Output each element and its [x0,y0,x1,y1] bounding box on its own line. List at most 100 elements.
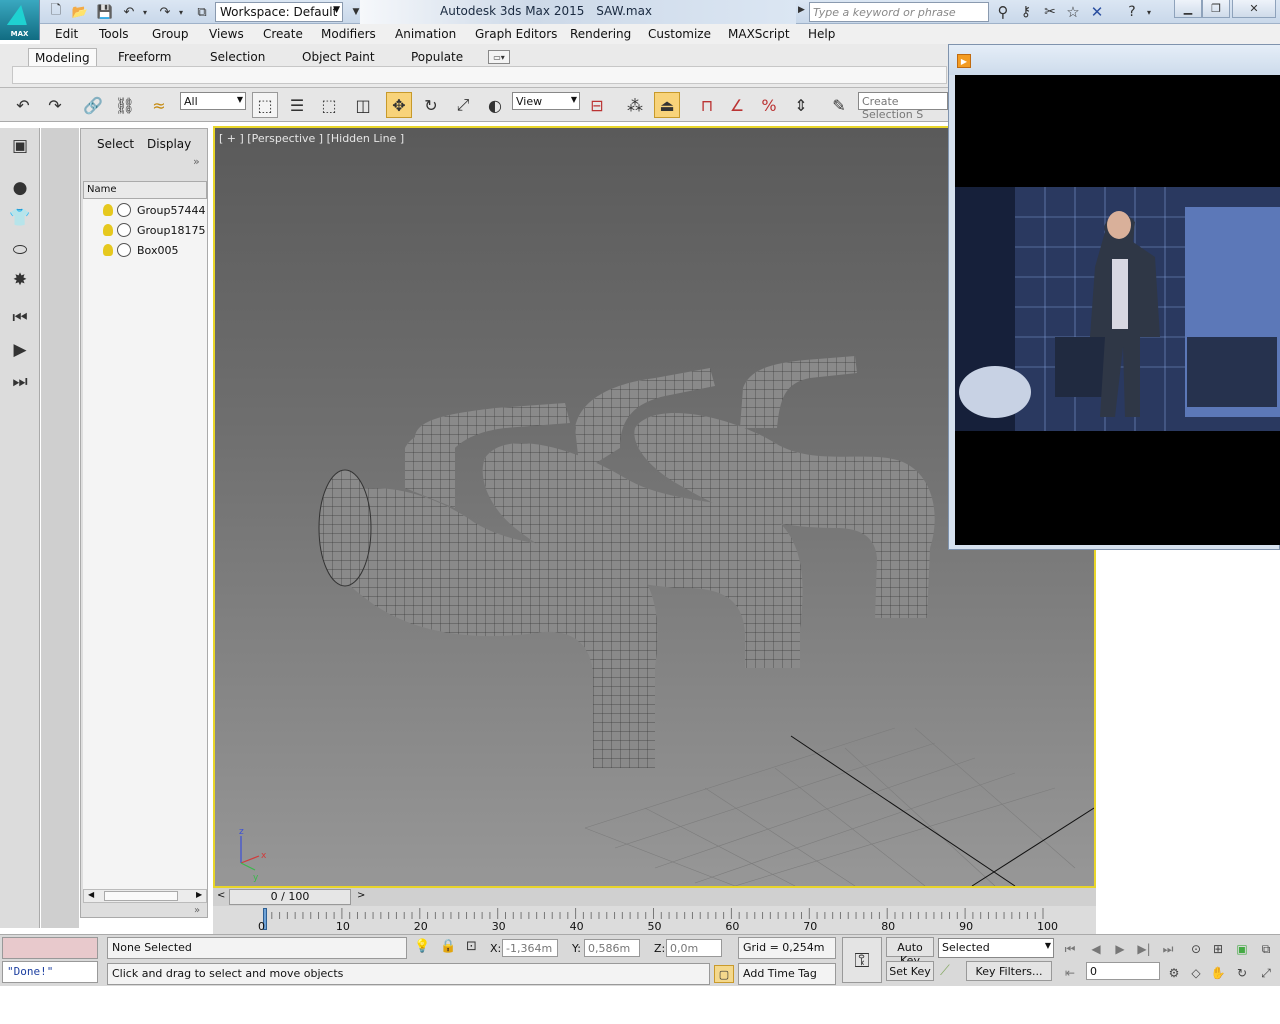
redo-dropdown-icon[interactable]: ▾ [176,3,186,21]
unlink-icon[interactable]: ⛓ [112,92,138,118]
scale-icon[interactable]: ⤢ [450,92,476,118]
bind-space-warp-icon[interactable]: ≈ [146,92,172,118]
ribbon-options-icon[interactable]: ▭▾ [488,50,510,64]
z-coordinate-input[interactable]: 0,0m [666,939,722,957]
menu-customize[interactable]: Customize [648,27,711,41]
add-time-tag-button[interactable]: Add Time Tag [738,963,836,985]
menu-graph-editors[interactable]: Graph Editors [475,27,557,41]
scroll-right-icon[interactable]: ▶ [196,890,202,899]
select-by-name-icon[interactable]: ☰ [284,92,310,118]
tab-populate[interactable]: Populate [405,48,469,68]
freeze-toggle-icon[interactable] [117,203,131,217]
menu-views[interactable]: Views [209,27,244,41]
menu-tools[interactable]: Tools [99,27,129,41]
next-frame-icon[interactable]: ▶| [1134,939,1154,959]
move-icon[interactable]: ✥ [386,92,412,118]
time-configuration-icon[interactable]: ⚙ [1164,963,1184,983]
horizontal-scrollbar[interactable]: ◀ ▶ [83,889,207,903]
zoom-extents-all-icon[interactable]: ⧉ [1256,939,1276,959]
go-to-end-icon[interactable]: ⏭ [1158,939,1178,959]
application-menu-button[interactable]: MAX [0,0,40,40]
open-file-icon[interactable]: 📂 [70,3,90,21]
window-crossing-icon[interactable]: ◫ [350,92,376,118]
media-player-window[interactable]: ▶ [948,44,1280,550]
track-bar[interactable]: 0 10 20 30 40 50 60 70 80 90 100 [213,906,1096,934]
menu-group[interactable]: Group [152,27,189,41]
light-bulb-icon[interactable] [103,204,113,216]
explorer-more-icon[interactable]: » [193,155,200,168]
redo-icon[interactable]: ↷ [42,92,68,118]
key-icon[interactable]: ⚷ [1016,3,1036,21]
angle-snap-icon[interactable]: ∠ [724,92,750,118]
scrollbar-thumb[interactable] [104,891,178,901]
zoom-extents-icon[interactable]: ▣ [1232,939,1252,959]
y-coordinate-input[interactable]: 0,586m [584,939,640,957]
maximize-viewport-icon[interactable]: ⤢ [1256,963,1276,983]
save-icon[interactable]: 💾 [95,3,115,21]
time-tag-icon[interactable]: ▢ [714,965,734,983]
selection-filter-dropdown[interactable]: All ▼ [180,92,246,110]
minimize-button[interactable]: ▁ [1174,0,1202,18]
utilities-icon[interactable]: ✸ [5,266,35,294]
key-mode-dropdown[interactable]: Selected ▼ [938,938,1054,958]
reference-coordinate-dropdown[interactable]: View ▼ [512,92,580,110]
time-slider[interactable]: < 0 / 100 > [213,888,1096,906]
play-icon[interactable]: ▶ [1110,939,1130,959]
exchange-icon[interactable]: ✕ [1087,3,1107,21]
placement-icon[interactable]: ◐ [482,92,508,118]
favorites-star-icon[interactable]: ☆ [1063,3,1083,21]
column-header-name[interactable]: Name [83,181,207,199]
sphere-icon[interactable]: ● [5,174,35,202]
project-folder-icon[interactable]: ⧉ [192,3,212,21]
set-key-button[interactable]: Set Key [886,961,934,981]
current-frame-input[interactable]: 0 [1086,962,1160,980]
spinner-snap-icon[interactable]: ⇕ [788,92,814,118]
percent-snap-icon[interactable]: % [756,92,782,118]
light-bulb-icon[interactable] [103,244,113,256]
select-manipulate-icon[interactable]: ⁂ [622,92,648,118]
menu-animation[interactable]: Animation [395,27,456,41]
menu-maxscript[interactable]: MAXScript [728,27,790,41]
freeze-toggle-icon[interactable] [117,223,131,237]
undo-icon[interactable]: ↶ [119,3,139,21]
menu-create[interactable]: Create [263,27,303,41]
light-bulb-icon[interactable] [103,224,113,236]
zoom-icon[interactable]: ⊙ [1186,939,1206,959]
time-next-button[interactable]: > [357,890,365,901]
edit-named-selection-icon[interactable]: ✎ [826,92,852,118]
keyboard-shortcut-override-icon[interactable]: ⏏ [654,92,680,118]
list-item[interactable]: Box005 [83,241,207,261]
maxscript-listener-input[interactable] [2,937,98,959]
menu-modifiers[interactable]: Modifiers [321,27,376,41]
hierarchy-icon[interactable]: ⬭ [5,236,35,264]
scroll-left-icon[interactable]: ◀ [88,890,94,899]
motion-icon[interactable]: ⏮ [5,304,35,332]
workspace-dropdown[interactable]: Workspace: Default ▼ [215,2,343,22]
close-button[interactable]: ✕ [1232,0,1276,18]
auto-key-button[interactable]: Auto Key [886,937,934,967]
tab-select[interactable]: Select [97,137,134,151]
new-file-icon[interactable]: 🗋 [46,3,66,21]
freeze-toggle-icon[interactable] [117,243,131,257]
tab-modeling[interactable]: Modeling [28,48,97,68]
display-icon[interactable]: ▶ [5,336,35,364]
menu-edit[interactable]: Edit [55,27,78,41]
isolate-selection-icon[interactable]: 💡 [414,939,430,954]
list-item[interactable]: Group57444 [83,201,207,221]
video-area[interactable] [955,75,1280,545]
menu-rendering[interactable]: Rendering [570,27,631,41]
selection-lock-icon[interactable]: 🔒 [440,939,456,954]
expand-search-icon[interactable]: ▶ [798,5,805,15]
maxscript-output[interactable]: "Done!" [2,961,98,983]
orbit-icon[interactable]: ↻ [1232,963,1252,983]
list-item[interactable]: Group18175 [83,221,207,241]
absolute-mode-icon[interactable]: ⊡ [466,939,477,954]
binoculars-icon[interactable]: ⚲ [993,3,1013,21]
redo-icon[interactable]: ↷ [155,3,175,21]
pan-icon[interactable]: ✋ [1208,963,1228,983]
connect-icon[interactable]: ✂ [1040,3,1060,21]
render-icon[interactable]: ⏭ [5,368,35,396]
x-coordinate-input[interactable]: -1,364m [502,939,558,957]
help-dropdown-icon[interactable]: ▾ [1144,3,1154,21]
explorer-expand-icon[interactable]: » [194,905,200,916]
